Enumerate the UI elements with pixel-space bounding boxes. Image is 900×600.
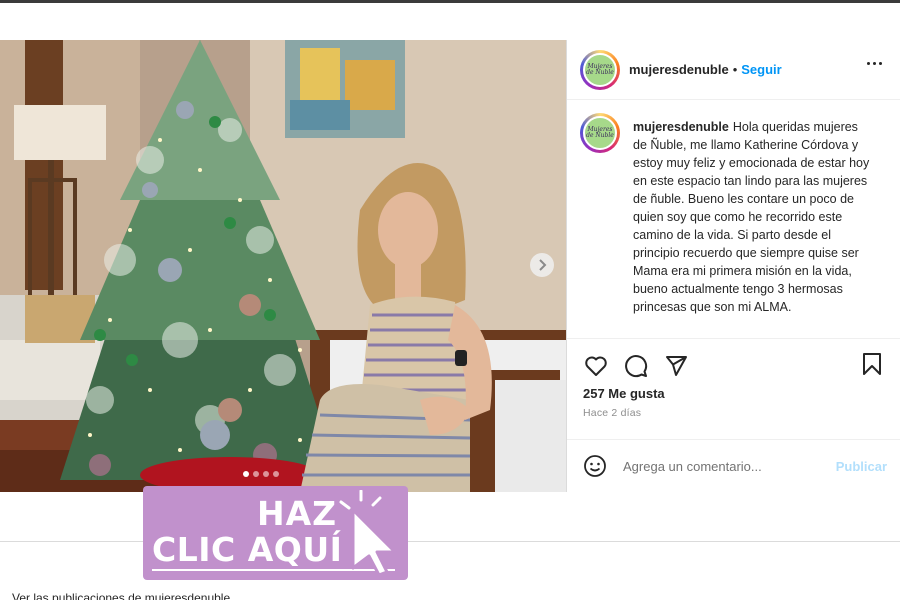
instagram-post: Mujeres de Ñuble mujeresdenuble • Seguir … xyxy=(0,40,900,492)
post-timestamp[interactable]: Hace 2 días xyxy=(567,401,900,419)
chevron-right-icon xyxy=(539,259,547,271)
bookmark-icon[interactable] xyxy=(859,351,885,377)
publish-button[interactable]: Publicar xyxy=(836,459,887,474)
caption: Mujeres de Ñuble mujeresdenuble Hola queri… xyxy=(567,100,900,338)
photo-illustration xyxy=(0,40,566,492)
post-header: Mujeres de Ñuble mujeresdenuble • Seguir xyxy=(567,40,900,100)
more-posts-link[interactable]: Ver las publicaciones de mujeresdenuble xyxy=(12,591,230,600)
follow-button[interactable]: Seguir xyxy=(741,62,781,77)
likes-count[interactable]: 257 Me gusta xyxy=(567,381,900,401)
top-bar xyxy=(0,3,900,40)
heart-icon[interactable] xyxy=(583,353,609,379)
carousel-dot xyxy=(263,471,269,477)
carousel-dot xyxy=(273,471,279,477)
post-photo[interactable] xyxy=(0,40,566,492)
caption-avatar[interactable]: Mujeres de Ñuble xyxy=(580,113,620,153)
action-bar xyxy=(567,339,900,381)
divider xyxy=(0,541,900,542)
header-separator: • xyxy=(732,62,738,77)
haz-clic-aqui-banner[interactable]: HAZ CLIC AQUÍ xyxy=(143,486,408,580)
smiley-icon[interactable] xyxy=(583,454,607,478)
avatar[interactable]: Mujeres de Ñuble xyxy=(580,49,620,90)
banner-line-1: HAZ xyxy=(257,494,338,533)
caption-text: mujeresdenuble Hola queridas mujeres de Ñ… xyxy=(633,118,873,338)
carousel-indicator xyxy=(243,471,279,477)
more-horizontal-icon[interactable] xyxy=(867,62,882,65)
avatar-logo: Mujeres de Ñuble xyxy=(583,116,617,150)
carousel-dot xyxy=(243,471,249,477)
comment-box: Publicar xyxy=(567,439,900,492)
carousel-dot xyxy=(253,471,259,477)
post-sidebar: Mujeres de Ñuble mujeresdenuble • Seguir … xyxy=(566,40,900,492)
caption-body: Hola queridas mujeres de Ñuble, me llamo… xyxy=(633,120,870,314)
send-icon[interactable] xyxy=(663,353,689,379)
comment-icon[interactable] xyxy=(623,353,649,379)
header-username[interactable]: mujeresdenuble xyxy=(629,62,729,77)
carousel-next-button[interactable] xyxy=(530,253,554,277)
banner-line-2: CLIC AQUÍ xyxy=(152,530,343,569)
comment-input[interactable] xyxy=(623,458,823,474)
actions-section: 257 Me gusta Hace 2 días xyxy=(567,338,900,439)
avatar-logo: Mujeres de Ñuble xyxy=(583,52,617,87)
pointer-cursor-icon xyxy=(339,490,397,576)
caption-username[interactable]: mujeresdenuble xyxy=(633,120,729,134)
